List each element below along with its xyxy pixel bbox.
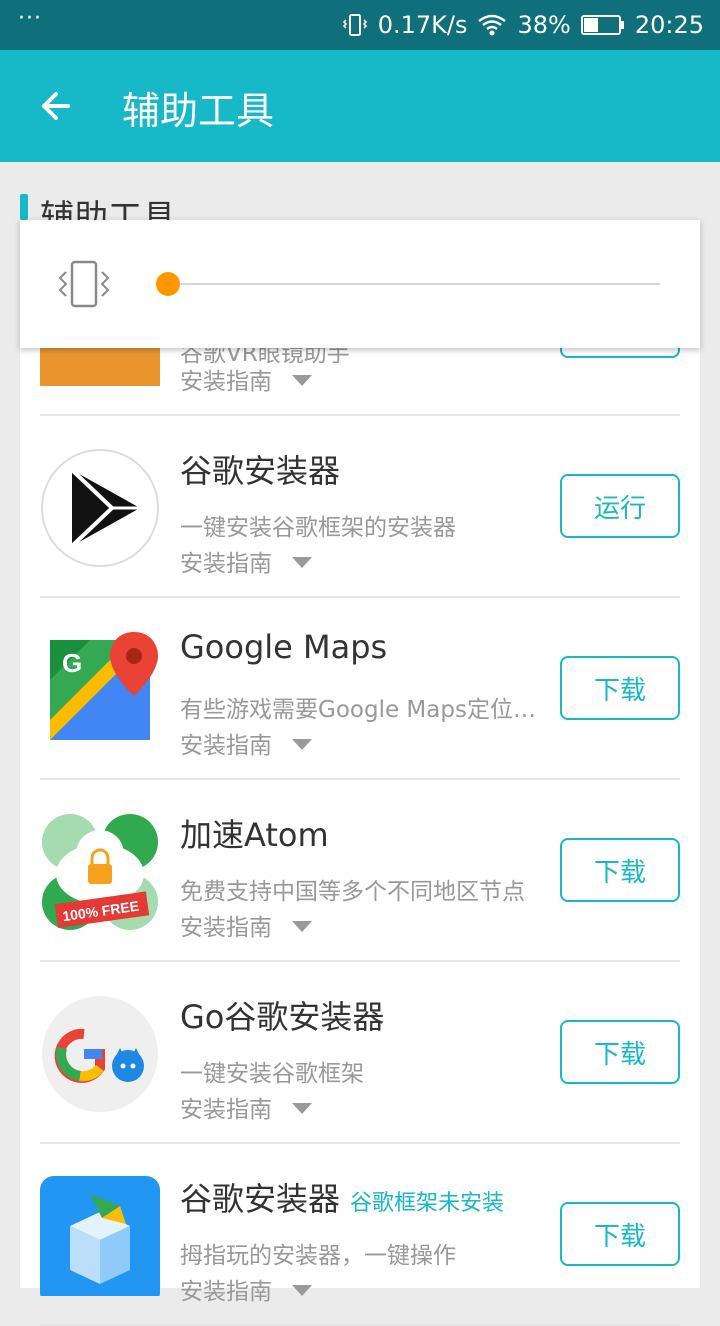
caret-down-icon — [292, 1102, 312, 1114]
item-desc: 拇指玩的安装器，一键操作 — [180, 1243, 456, 1269]
clock: 20:25 — [634, 11, 704, 39]
caret-down-icon — [292, 738, 312, 750]
run-button[interactable]: 运行 — [560, 474, 680, 538]
install-guide[interactable]: 安装指南 — [180, 908, 312, 942]
status-bar: ··· 0.17K/s 38% 20:25 — [0, 0, 720, 50]
caret-down-icon — [292, 556, 312, 568]
install-guide-label: 安装指南 — [180, 551, 272, 577]
item-desc: 一键安装谷歌框架 — [180, 1061, 364, 1087]
caret-down-icon — [292, 374, 312, 386]
battery-percent: 38% — [517, 11, 571, 39]
play-store-icon — [41, 449, 159, 567]
install-guide[interactable]: 安装指南 — [180, 544, 312, 578]
volume-slider-track[interactable] — [168, 283, 660, 285]
list-item[interactable]: G Google Maps 有些游戏需要Google Maps定位支持 安装指南… — [40, 598, 680, 780]
back-arrow-icon[interactable] — [36, 84, 80, 128]
item-name: 谷歌安装器 — [180, 452, 341, 490]
list-item[interactable]: 谷歌安装器 一键安装谷歌框架的安装器 安装指南 运行 — [40, 416, 680, 598]
install-guide-label: 安装指南 — [180, 1279, 272, 1305]
download-button[interactable]: 下载 — [560, 656, 680, 720]
vibrate-mode-icon[interactable] — [56, 258, 112, 310]
install-guide-label: 安装指南 — [180, 369, 272, 395]
download-button[interactable]: 下载 — [560, 1202, 680, 1266]
install-guide[interactable]: 安装指南 — [180, 1090, 312, 1124]
svg-text:G: G — [62, 648, 82, 678]
list-item[interactable]: 100% FREE 加速Atom 免费支持中国等多个不同地区节点 安装指南 下载 — [40, 780, 680, 962]
go-google-installer-icon — [42, 996, 158, 1112]
item-name: Go谷歌安装器 — [180, 998, 385, 1036]
wifi-icon — [478, 14, 507, 36]
volume-slider-thumb[interactable] — [156, 272, 180, 296]
item-name: Google Maps — [180, 628, 388, 666]
item-name-text: 谷歌安装器 — [180, 1180, 341, 1218]
google-maps-icon: G — [50, 632, 158, 740]
installer-box-icon — [40, 1176, 160, 1296]
item-name: 加速Atom — [180, 816, 329, 854]
notification-dots: ··· — [18, 6, 42, 31]
caret-down-icon — [292, 1284, 312, 1296]
install-guide[interactable]: 安装指南 — [180, 362, 312, 396]
volume-popup — [20, 220, 700, 348]
install-guide[interactable]: 安装指南 — [180, 726, 312, 760]
caret-down-icon — [292, 920, 312, 932]
app-bar: 辅助工具 — [0, 50, 720, 162]
tools-card: 谷歌VR眼镜助手 安装指南 谷歌安装器 一键安装谷歌框架的安装器 安装指南 运行 — [20, 228, 700, 1326]
atom-vpn-icon: 100% FREE — [42, 814, 158, 930]
install-guide[interactable]: 安装指南 — [180, 1272, 312, 1306]
download-button[interactable]: 下载 — [560, 838, 680, 902]
network-speed: 0.17K/s — [377, 11, 468, 39]
item-desc: 一键安装谷歌框架的安装器 — [180, 515, 456, 541]
download-button[interactable]: 下载 — [560, 1020, 680, 1084]
vibrate-icon — [342, 14, 367, 36]
page-title: 辅助工具 — [122, 89, 275, 133]
install-guide-label: 安装指南 — [180, 733, 272, 759]
item-name: 谷歌安装器 谷歌框架未安装 — [180, 1174, 504, 1220]
list-item[interactable]: 谷歌安装器 谷歌框架未安装 拇指玩的安装器，一键操作 安装指南 下载 — [40, 1144, 680, 1326]
item-desc: 免费支持中国等多个不同地区节点 — [180, 879, 525, 905]
item-desc: 有些游戏需要Google Maps定位支持 — [180, 697, 550, 723]
battery-icon — [580, 15, 624, 35]
install-guide-label: 安装指南 — [180, 1097, 272, 1123]
status-tag: 谷歌框架未安装 — [350, 1191, 505, 1216]
list-item[interactable]: Go谷歌安装器 一键安装谷歌框架 安装指南 下载 — [40, 962, 680, 1144]
install-guide-label: 安装指南 — [180, 915, 272, 941]
